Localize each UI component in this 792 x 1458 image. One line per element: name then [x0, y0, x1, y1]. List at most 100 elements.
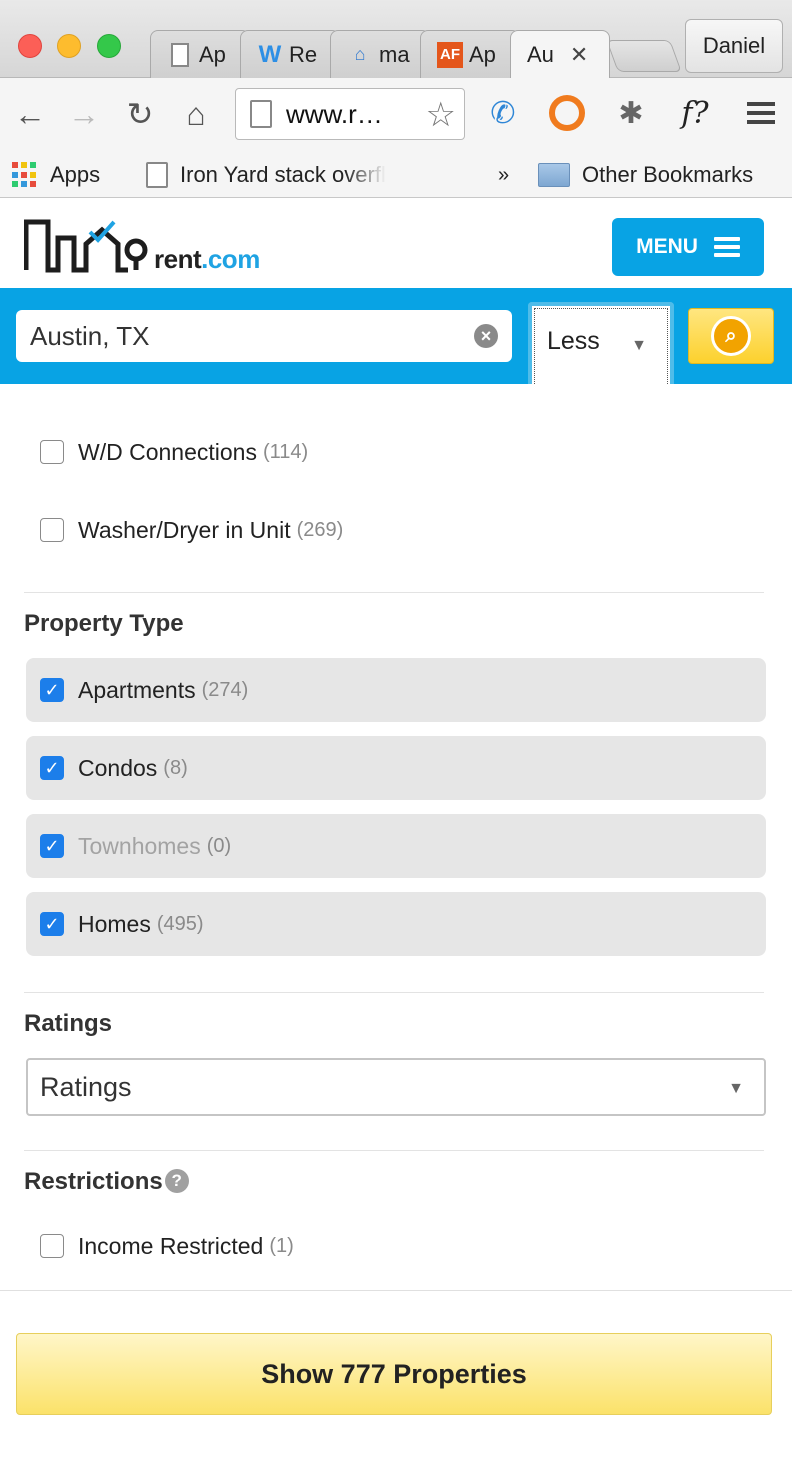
browser-tab-1[interactable]: Ap: [150, 30, 250, 78]
checkbox-checked[interactable]: ✓: [40, 678, 64, 702]
show-properties-button[interactable]: Show 777 Properties: [16, 1333, 772, 1415]
house-icon: ⌂: [354, 44, 366, 64]
ratings-value: Ratings: [40, 1071, 132, 1102]
profile-button[interactable]: Daniel: [685, 19, 783, 73]
close-tab-icon[interactable]: ✕: [570, 42, 588, 68]
other-bookmarks-label: Other Bookmarks: [582, 162, 754, 187]
chat-icon[interactable]: ✆: [480, 90, 526, 136]
search-button[interactable]: ⌕: [688, 308, 774, 364]
folder-icon: [538, 163, 570, 187]
divider: [24, 1150, 764, 1151]
restrictions-title: Restrictions?: [24, 1168, 189, 1196]
site-header: rent.com MENU: [0, 198, 792, 288]
back-arrow-icon[interactable]: ←: [10, 92, 50, 136]
checkbox-checked[interactable]: ✓: [40, 756, 64, 780]
bookmark-star-icon[interactable]: ☆: [426, 95, 456, 135]
filter-label: Condos: [78, 754, 158, 781]
browser-tab-2[interactable]: W Re: [240, 30, 340, 78]
browser-tab-4[interactable]: AF Ap: [420, 30, 520, 78]
apps-label: Apps: [50, 162, 101, 187]
filters-panel: W/D Connections (114) Washer/Dryer in Un…: [0, 384, 792, 1284]
browser-tab-3[interactable]: ⌂ ma: [330, 30, 430, 78]
page-icon: [250, 100, 272, 128]
filter-apartments[interactable]: ✓ Apartments (274): [26, 658, 766, 722]
filter-count: (114): [262, 440, 309, 463]
filter-label: Apartments: [78, 676, 196, 703]
home-icon[interactable]: ⌂: [176, 92, 216, 136]
filter-condos[interactable]: ✓ Condos (8): [26, 736, 766, 800]
other-bookmarks-folder[interactable]: Other Bookmarks: [538, 158, 753, 192]
forward-arrow-icon[interactable]: →: [64, 92, 104, 136]
checkbox-checked[interactable]: ✓: [40, 834, 64, 858]
weebly-icon: W: [258, 40, 282, 68]
skyline-logo-icon: [23, 219, 148, 273]
checkbox-checked[interactable]: ✓: [40, 912, 64, 936]
hamburger-icon: [713, 237, 740, 257]
property-type-title: Property Type: [24, 610, 184, 637]
apps-bookmark[interactable]: Apps: [12, 158, 100, 192]
tab-label: Ap: [469, 41, 496, 67]
clear-input-icon[interactable]: ×: [474, 324, 498, 348]
filter-income-restricted[interactable]: Income Restricted (1): [26, 1214, 766, 1278]
tab-label: Re: [289, 41, 318, 67]
results-footer: Show 777 Properties: [0, 1290, 792, 1458]
search-bar: Austin, TX × Less ▼ ⌕: [0, 288, 792, 386]
divider: [24, 992, 764, 993]
caret-down-icon: ▼: [631, 337, 647, 354]
document-icon: [167, 42, 193, 68]
bookmarks-overflow-button[interactable]: »: [498, 158, 509, 192]
filter-label: Washer/Dryer in Unit: [78, 516, 291, 543]
filter-count: (8): [163, 756, 188, 779]
tab-label: ma: [379, 41, 410, 67]
checkbox[interactable]: [40, 1234, 64, 1258]
caret-down-icon: ▼: [728, 1080, 744, 1097]
chrome-menu-icon[interactable]: [738, 90, 784, 136]
filter-count: (269): [296, 518, 344, 541]
browser-toolbar: ← → ↻ ⌂ www.r… ☆ ✆ ✱ f?: [0, 78, 792, 154]
search-icon: ⌕: [711, 316, 751, 356]
address-bar[interactable]: www.r… ☆: [235, 88, 465, 140]
more-less-toggle[interactable]: Less ▼: [528, 302, 674, 386]
apps-grid-icon: [12, 162, 38, 188]
page-icon: [146, 162, 168, 188]
zoom-window-button[interactable]: [97, 34, 121, 58]
filter-washer-dryer-in-unit[interactable]: Washer/Dryer in Unit (269): [26, 498, 766, 562]
url-text: www.r…: [286, 98, 383, 129]
minimize-window-button[interactable]: [57, 34, 81, 58]
new-tab-button[interactable]: [606, 40, 682, 72]
bookmark-item[interactable]: Iron Yard stack overfl: [146, 158, 446, 192]
browser-tab-active[interactable]: Au ✕: [510, 30, 610, 78]
reload-icon[interactable]: ↻: [120, 92, 160, 136]
page-content: rent.com MENU Austin, TX × Less ▼ ⌕ W/D …: [0, 198, 792, 1458]
filter-townhomes[interactable]: ✓ Townhomes (0): [26, 814, 766, 878]
bug-icon[interactable]: ✱: [608, 90, 654, 136]
filter-wd-connections[interactable]: W/D Connections (114): [26, 420, 766, 484]
help-icon[interactable]: ?: [164, 1169, 189, 1193]
location-search-input[interactable]: Austin, TX ×: [16, 310, 512, 362]
site-logo[interactable]: rent.com: [23, 216, 274, 276]
logo-text: rent.com: [154, 244, 260, 274]
browser-tab-strip: Ap W Re ⌂ ma AF Ap Au ✕ Daniel: [0, 0, 792, 78]
filter-label: Income Restricted: [78, 1232, 264, 1259]
tab-label: Au: [527, 41, 554, 67]
close-window-button[interactable]: [18, 34, 42, 58]
toggle-label: Less: [547, 327, 600, 355]
checkbox[interactable]: [40, 440, 64, 464]
filter-count: (1): [269, 1234, 294, 1257]
location-value: Austin, TX: [30, 320, 150, 351]
ratings-select[interactable]: Ratings ▼: [26, 1058, 766, 1116]
filter-count: (0): [206, 834, 232, 857]
f-question-icon[interactable]: f?: [672, 90, 718, 136]
filter-label: Townhomes: [78, 832, 201, 859]
af-icon: AF: [437, 41, 463, 68]
filter-count: (274): [201, 678, 249, 701]
checkbox[interactable]: [40, 518, 64, 542]
filter-count: (495): [156, 912, 204, 935]
filter-homes[interactable]: ✓ Homes (495): [26, 892, 766, 956]
orange-ring-icon[interactable]: [544, 90, 590, 136]
divider: [24, 592, 764, 593]
ratings-title: Ratings: [24, 1010, 113, 1037]
tab-label: Ap: [199, 41, 226, 67]
menu-button[interactable]: MENU: [612, 218, 764, 276]
menu-label: MENU: [636, 235, 698, 258]
